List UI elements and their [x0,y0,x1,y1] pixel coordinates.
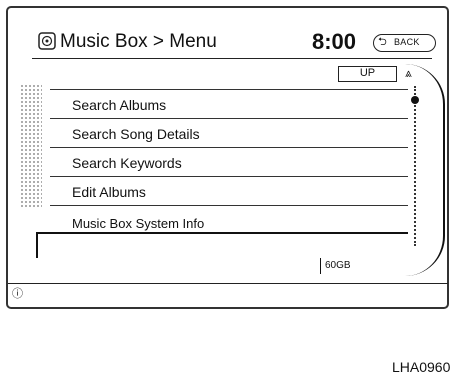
back-button[interactable]: ⮌ BACK [373,34,436,52]
figure-code: LHA0960 [392,359,451,375]
left-edge-pattern [20,84,42,208]
storage-capacity: 60GB [320,258,403,274]
page-title: Music Box > Menu [60,31,217,52]
scrollbar-track[interactable] [414,86,422,246]
bottom-divider [8,283,448,284]
menu-item-label: Search Song Details [72,126,200,142]
menu-item-search-song-details[interactable]: Search Song Details [50,118,408,147]
info-icon: ⓘ [12,288,23,300]
lower-bezel [36,232,408,258]
header-divider [32,58,432,59]
menu-item-label: Search Keywords [72,155,182,171]
scrollbar-thumb[interactable] [411,96,419,104]
scroll-up-button[interactable]: UP [338,66,397,82]
back-button-label: BACK [394,37,420,47]
scrollbar-arc [405,64,445,276]
back-arrow-icon: ⮌ [378,36,388,48]
menu-item-label: Music Box System Info [72,216,205,231]
menu-item-edit-albums[interactable]: Edit Albums [50,176,408,205]
menu-item-label: Search Albums [72,97,167,113]
menu-item-label: Edit Albums [72,184,146,200]
menu-item-system-info[interactable]: Music Box System Info [50,205,408,234]
menu-item-search-albums[interactable]: Search Albums [50,89,408,118]
menu-item-search-keywords[interactable]: Search Keywords [50,147,408,176]
music-box-icon [38,32,56,55]
clock: 8:00 [312,29,357,54]
